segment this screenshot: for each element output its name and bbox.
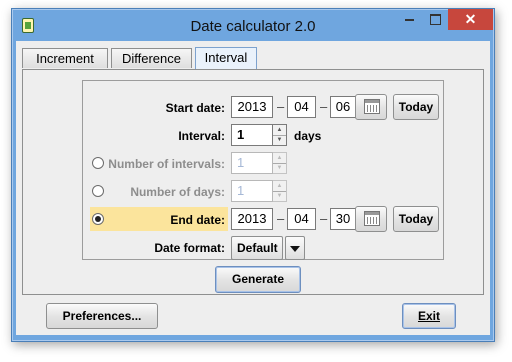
end-year-field[interactable]: 2013: [231, 208, 273, 230]
calendar-icon: [364, 211, 380, 226]
start-today-button[interactable]: Today: [393, 94, 439, 120]
interval-tab-panel: Start date: 2013 – 04 – 06 Today Interva…: [22, 69, 484, 295]
end-calendar-button[interactable]: [355, 206, 387, 232]
end-today-button[interactable]: Today: [393, 206, 439, 232]
end-date-label: End date:: [170, 213, 225, 227]
date-separator: –: [277, 99, 285, 114]
start-year-field[interactable]: 2013: [231, 96, 273, 118]
interval-field[interactable]: 1: [231, 124, 273, 146]
interval-form-group: Start date: 2013 – 04 – 06 Today Interva…: [82, 80, 444, 260]
maximize-button[interactable]: [422, 9, 449, 30]
start-month-field[interactable]: 04: [287, 96, 316, 118]
number-of-days-spinner[interactable]: ▲ ▼: [273, 180, 287, 202]
start-date-label: Start date:: [165, 101, 225, 115]
date-separator: –: [320, 211, 328, 226]
exit-button-label: Exit: [417, 309, 440, 323]
close-button[interactable]: ✕: [448, 9, 493, 30]
interval-spinner[interactable]: ▲ ▼: [273, 124, 287, 146]
preferences-button[interactable]: Preferences...: [46, 303, 158, 329]
end-month-field[interactable]: 04: [287, 208, 316, 230]
number-of-days-radio[interactable]: [92, 185, 104, 197]
minimize-button[interactable]: [396, 9, 423, 30]
app-window: Date calculator 2.0 ✕ Increment Differen…: [11, 8, 495, 342]
date-format-select[interactable]: Default: [231, 236, 283, 260]
interval-unit-label: days: [294, 129, 322, 143]
start-day-field[interactable]: 06: [330, 96, 356, 118]
number-of-days-field[interactable]: 1: [231, 180, 273, 202]
end-day-field[interactable]: 30: [330, 208, 356, 230]
title-bar[interactable]: Date calculator 2.0 ✕: [12, 9, 494, 41]
number-of-intervals-label: Number of intervals:: [108, 157, 225, 171]
spinner-down-icon[interactable]: ▼: [273, 191, 286, 201]
number-of-intervals-spinner[interactable]: ▲ ▼: [273, 152, 287, 174]
number-of-intervals-radio[interactable]: [92, 157, 104, 169]
date-separator: –: [320, 99, 328, 114]
generate-button[interactable]: Generate: [215, 266, 301, 293]
calendar-icon: [364, 99, 380, 114]
client-area: Increment Difference Interval Start date…: [16, 41, 490, 335]
close-icon: ✕: [464, 11, 477, 27]
interval-label: Interval:: [178, 129, 225, 143]
end-date-radio[interactable]: [92, 213, 104, 225]
number-of-intervals-field[interactable]: 1: [231, 152, 273, 174]
number-of-days-label: Number of days:: [130, 185, 225, 199]
start-calendar-button[interactable]: [355, 94, 387, 120]
exit-button[interactable]: Exit: [402, 303, 456, 329]
spinner-down-icon[interactable]: ▼: [273, 135, 286, 145]
tab-interval[interactable]: Interval: [195, 47, 257, 69]
minimize-icon: [405, 18, 414, 21]
date-format-label: Date format:: [154, 241, 225, 255]
tab-increment[interactable]: Increment: [22, 48, 108, 68]
tab-difference[interactable]: Difference: [111, 48, 192, 68]
maximize-icon: [430, 14, 441, 26]
spinner-down-icon[interactable]: ▼: [273, 163, 286, 173]
chevron-down-icon[interactable]: [285, 236, 305, 260]
date-separator: –: [277, 211, 285, 226]
